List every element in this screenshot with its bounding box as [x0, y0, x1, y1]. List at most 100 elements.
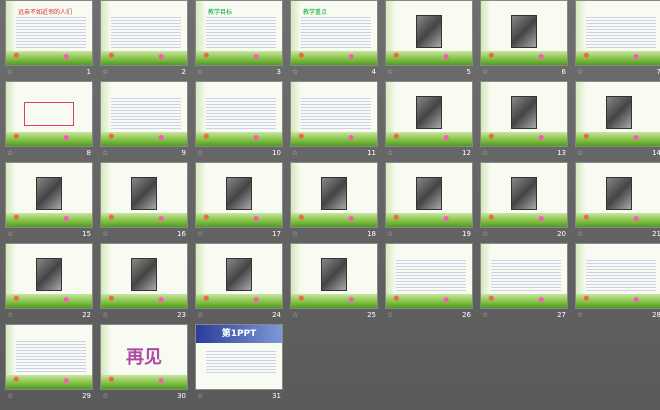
transition-star-icon[interactable]: ☆ — [387, 149, 393, 159]
slide-meta-row: ☆ 21 — [575, 230, 660, 240]
transition-star-icon[interactable]: ☆ — [102, 68, 108, 78]
transition-star-icon[interactable]: ☆ — [102, 149, 108, 159]
transition-star-icon[interactable]: ☆ — [292, 230, 298, 240]
transition-star-icon[interactable]: ☆ — [7, 230, 13, 240]
transition-star-icon[interactable]: ☆ — [577, 230, 583, 240]
slide-thumbnail[interactable]: ☆ 21 — [575, 162, 660, 242]
transition-star-icon[interactable]: ☆ — [7, 311, 13, 321]
slide-preview[interactable] — [290, 243, 378, 309]
transition-star-icon[interactable]: ☆ — [292, 311, 298, 321]
slide-preview[interactable] — [5, 243, 93, 309]
transition-star-icon[interactable]: ☆ — [577, 68, 583, 78]
slide-thumbnail[interactable]: ☆ 10 — [195, 81, 283, 161]
slide-thumbnail[interactable]: 教学重点 ☆ 4 — [290, 0, 378, 80]
transition-star-icon[interactable]: ☆ — [197, 149, 203, 159]
slide-preview[interactable]: 教学重点 — [290, 0, 378, 66]
transition-star-icon[interactable]: ☆ — [482, 311, 488, 321]
transition-star-icon[interactable]: ☆ — [577, 311, 583, 321]
slide-preview[interactable]: 教学目标 — [195, 0, 283, 66]
slide-number: 11 — [367, 149, 376, 157]
slide-thumbnail[interactable]: ☆ 15 — [5, 162, 93, 242]
transition-star-icon[interactable]: ☆ — [102, 230, 108, 240]
transition-star-icon[interactable]: ☆ — [482, 68, 488, 78]
slide-thumbnail[interactable]: ☆ 5 — [385, 0, 473, 80]
slide-preview[interactable] — [290, 81, 378, 147]
slide-thumbnail[interactable]: ☆ 20 — [480, 162, 568, 242]
slide-thumbnail[interactable]: ☆ 9 — [100, 81, 188, 161]
slide-preview[interactable] — [575, 81, 660, 147]
slide-thumbnail[interactable]: ☆ 25 — [290, 243, 378, 323]
transition-star-icon[interactable]: ☆ — [387, 68, 393, 78]
slide-thumbnail[interactable]: ☆ 29 — [5, 324, 93, 404]
slide-thumbnail[interactable]: ☆ 7 — [575, 0, 660, 80]
slide-thumbnail[interactable]: ☆ 11 — [290, 81, 378, 161]
slide-thumbnail[interactable]: ☆ 22 — [5, 243, 93, 323]
slide-thumbnail[interactable]: ☆ 17 — [195, 162, 283, 242]
slide-preview[interactable] — [480, 0, 568, 66]
transition-star-icon[interactable]: ☆ — [387, 311, 393, 321]
slide-thumbnail[interactable]: ☆ 8 — [5, 81, 93, 161]
slide-preview[interactable] — [575, 243, 660, 309]
transition-star-icon[interactable]: ☆ — [7, 149, 13, 159]
slide-thumbnail[interactable]: 教学目标 ☆ 3 — [195, 0, 283, 80]
slide-thumbnail[interactable]: ☆ 24 — [195, 243, 283, 323]
slide-meta-row: ☆ 2 — [100, 68, 188, 78]
transition-star-icon[interactable]: ☆ — [7, 392, 13, 402]
slide-preview[interactable] — [5, 162, 93, 228]
transition-star-icon[interactable]: ☆ — [7, 68, 13, 78]
transition-star-icon[interactable]: ☆ — [197, 311, 203, 321]
slide-preview[interactable] — [5, 324, 93, 390]
slide-preview[interactable]: 第1PPT — [195, 324, 283, 390]
slide-preview[interactable]: 远亲不如近邻的人们 — [5, 0, 93, 66]
slide-preview[interactable] — [195, 162, 283, 228]
slide-preview[interactable] — [385, 243, 473, 309]
transition-star-icon[interactable]: ☆ — [197, 392, 203, 402]
slide-thumbnail[interactable]: ☆ 16 — [100, 162, 188, 242]
transition-star-icon[interactable]: ☆ — [292, 149, 298, 159]
slide-preview[interactable] — [100, 0, 188, 66]
slide-preview[interactable] — [195, 81, 283, 147]
slide-thumbnail[interactable]: ☆ 19 — [385, 162, 473, 242]
transition-star-icon[interactable]: ☆ — [577, 149, 583, 159]
transition-star-icon[interactable]: ☆ — [102, 392, 108, 402]
slide-preview[interactable] — [100, 81, 188, 147]
slide-thumbnail[interactable]: ☆ 23 — [100, 243, 188, 323]
slide-number: 14 — [652, 149, 660, 157]
transition-star-icon[interactable]: ☆ — [482, 230, 488, 240]
slide-thumbnail[interactable]: ☆ 28 — [575, 243, 660, 323]
transition-star-icon[interactable]: ☆ — [197, 230, 203, 240]
slide-thumbnail[interactable]: ☆ 12 — [385, 81, 473, 161]
slide-preview[interactable] — [5, 81, 93, 147]
slide-number: 5 — [466, 68, 471, 76]
slide-preview[interactable] — [480, 162, 568, 228]
slide-preview[interactable] — [575, 162, 660, 228]
transition-star-icon[interactable]: ☆ — [292, 68, 298, 78]
slide-preview[interactable] — [385, 162, 473, 228]
slide-preview[interactable] — [575, 0, 660, 66]
slide-thumbnail[interactable]: ☆ 2 — [100, 0, 188, 80]
slide-thumbnail[interactable]: 第1PPT ☆ 31 — [195, 324, 283, 404]
slide-preview[interactable] — [195, 243, 283, 309]
slide-thumbnail[interactable]: ☆ 26 — [385, 243, 473, 323]
slide-preview[interactable]: 再见 — [100, 324, 188, 390]
slide-thumbnail[interactable]: ☆ 13 — [480, 81, 568, 161]
slide-preview[interactable] — [480, 243, 568, 309]
slide-preview[interactable] — [100, 162, 188, 228]
slide-preview[interactable] — [385, 0, 473, 66]
slide-photo — [321, 258, 347, 291]
slide-number: 24 — [272, 311, 281, 319]
slide-thumbnail[interactable]: 再见 ☆ 30 — [100, 324, 188, 404]
slide-preview[interactable] — [290, 162, 378, 228]
slide-preview[interactable] — [385, 81, 473, 147]
transition-star-icon[interactable]: ☆ — [387, 230, 393, 240]
slide-thumbnail[interactable]: ☆ 27 — [480, 243, 568, 323]
transition-star-icon[interactable]: ☆ — [482, 149, 488, 159]
slide-preview[interactable] — [480, 81, 568, 147]
transition-star-icon[interactable]: ☆ — [102, 311, 108, 321]
slide-thumbnail[interactable]: ☆ 6 — [480, 0, 568, 80]
slide-thumbnail[interactable]: 远亲不如近邻的人们 ☆ 1 — [5, 0, 93, 80]
slide-thumbnail[interactable]: ☆ 18 — [290, 162, 378, 242]
slide-thumbnail[interactable]: ☆ 14 — [575, 81, 660, 161]
transition-star-icon[interactable]: ☆ — [197, 68, 203, 78]
slide-preview[interactable] — [100, 243, 188, 309]
